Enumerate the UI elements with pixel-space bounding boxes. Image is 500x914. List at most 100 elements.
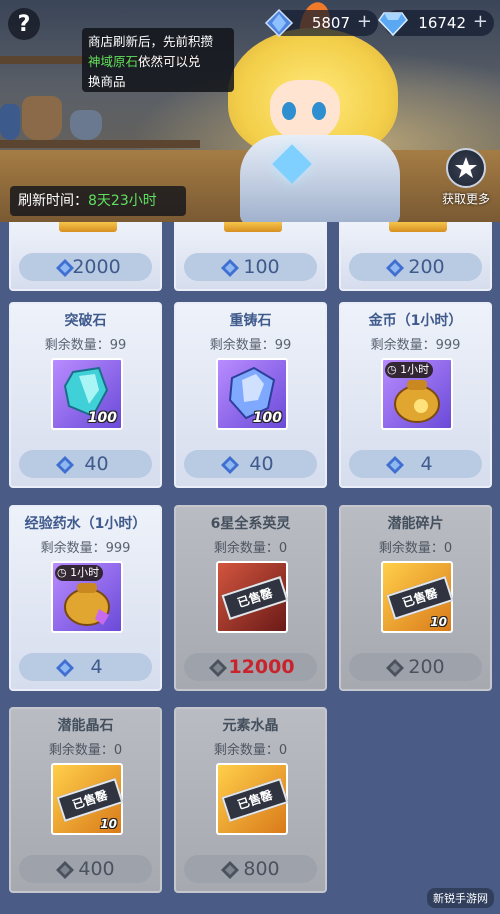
tip-line: 换商品: [88, 74, 126, 89]
price-button[interactable]: 4: [19, 653, 152, 681]
item-name: 潜能晶石: [57, 718, 114, 734]
rarity-stars: [59, 222, 117, 232]
tip-line: 商店刷新后，先前积攒: [88, 34, 214, 49]
crystal-icon: [264, 8, 294, 38]
item-name: 金币（1小时）: [368, 313, 463, 329]
price-button[interactable]: 100: [184, 253, 317, 281]
shop-card[interactable]: 经验药水（1小时） 剩余数量：999 ◷ 1小时 4: [9, 505, 162, 691]
star-icon: [446, 148, 486, 188]
add-crystal-button[interactable]: +: [357, 11, 372, 32]
crystal-icon: [56, 456, 74, 474]
diamond-icon: [378, 12, 408, 37]
watermark: 新锐手游网: [427, 888, 494, 908]
hero-spirit-icon: 已售罄: [216, 561, 289, 633]
sold-out-stamp: 已售罄: [221, 576, 289, 620]
shop-card-partial[interactable]: 2000: [9, 222, 162, 291]
add-diamond-button[interactable]: +: [473, 11, 488, 32]
crystal-icon: [221, 456, 239, 474]
price-button[interactable]: 40: [19, 450, 152, 478]
diamond-currency: 16742 +: [378, 10, 494, 37]
breakthrough-stone-icon: 100: [51, 358, 123, 430]
crystal-icon: [221, 259, 239, 277]
refresh-value: 8天23小时: [88, 193, 157, 209]
sold-out-stamp: 已售罄: [386, 576, 454, 620]
refresh-timer: 刷新时间：8天23小时: [10, 186, 186, 216]
crystal-icon: [56, 659, 74, 677]
tip-text: 依然可以兑: [138, 54, 201, 69]
get-more-button[interactable]: 获取更多: [436, 148, 496, 212]
item-name: 6星全系英灵: [210, 516, 291, 532]
jar: [70, 110, 102, 140]
shop-card-sold-out: 元素水晶 剩余数量：0 已售罄 800: [174, 707, 327, 893]
rarity-stars: [224, 222, 282, 232]
jar: [22, 96, 62, 140]
shopkeeper-eye: [312, 102, 326, 120]
element-crystal-icon: 已售罄: [216, 763, 289, 835]
crystal-icon: [386, 456, 404, 474]
shopkeeper-body: [240, 135, 400, 222]
get-more-label: 获取更多: [441, 192, 490, 206]
item-name: 经验药水（1小时）: [24, 516, 147, 532]
diamond-amount: 16742: [418, 14, 466, 32]
price-button[interactable]: 2000: [19, 253, 152, 281]
shop-card-sold-out: 6星全系英灵 剩余数量：0 已售罄 12000: [174, 505, 327, 691]
jar: [0, 104, 20, 140]
crystal-icon: [386, 259, 404, 277]
item-quantity: 10: [100, 817, 117, 831]
exp-potion-bag-icon: ◷ 1小时: [51, 561, 123, 633]
crystal-currency: 5807 +: [264, 8, 378, 38]
item-name: 潜能碎片: [387, 516, 444, 532]
rarity-stars: [389, 222, 447, 232]
item-name: 元素水晶: [222, 718, 279, 734]
price-button: 800: [184, 855, 317, 883]
price-button[interactable]: 200: [349, 253, 482, 281]
shop-card[interactable]: 金币（1小时） 剩余数量：999 ◷ 1小时 4: [339, 302, 492, 488]
crystal-icon: [221, 861, 239, 879]
shop-card-partial[interactable]: 100: [174, 222, 327, 291]
shop-card-sold-out: 潜能晶石 剩余数量：0 已售罄 10 400: [9, 707, 162, 893]
crystal-icon: [209, 659, 227, 677]
item-remaining: 剩余数量：999: [370, 338, 461, 353]
tip-highlight: 神域原石: [88, 54, 139, 69]
shop-card[interactable]: 重铸石 剩余数量：99 100 40: [174, 302, 327, 488]
item-remaining: 剩余数量：0: [378, 541, 453, 556]
item-quantity: 100: [87, 410, 117, 426]
refresh-label: 刷新时间：: [18, 193, 88, 209]
item-remaining: 剩余数量：0: [48, 743, 123, 758]
price-button[interactable]: 40: [184, 450, 317, 478]
price-button: 200: [349, 653, 482, 681]
clock-icon: ◷ 1小时: [55, 565, 104, 581]
item-quantity: 10: [430, 615, 447, 629]
clock-icon: ◷ 1小时: [385, 362, 434, 378]
reforge-stone-icon: 100: [216, 358, 288, 430]
item-timer: 1小时: [400, 363, 430, 376]
shop-card[interactable]: 突破石 剩余数量：99 100 40: [9, 302, 162, 488]
question-icon: ?: [17, 11, 31, 37]
price-button: 12000: [184, 653, 317, 681]
item-name: 突破石: [64, 313, 107, 329]
item-remaining: 剩余数量：0: [213, 541, 288, 556]
shelf: [0, 140, 200, 148]
item-remaining: 剩余数量：99: [44, 338, 127, 353]
potential-crystal-icon: 已售罄 10: [51, 763, 124, 835]
crystal-icon: [56, 259, 74, 277]
crystal-icon: [386, 659, 404, 677]
item-remaining: 剩余数量：0: [213, 743, 288, 758]
sold-out-stamp: 已售罄: [56, 778, 124, 822]
item-timer: 1小时: [70, 566, 100, 579]
help-button[interactable]: ?: [8, 8, 40, 40]
crystal-amount: 5807: [311, 14, 350, 32]
price-button: 400: [19, 855, 152, 883]
item-name: 重铸石: [229, 313, 272, 329]
tip-line: 神域原石依然可以兑: [88, 52, 228, 72]
shop-tip-bubble: 商店刷新后，先前积攒 神域原石依然可以兑 换商品: [82, 28, 234, 92]
item-remaining: 剩余数量：99: [209, 338, 292, 353]
price-button[interactable]: 4: [349, 450, 482, 478]
shop-card-sold-out: 潜能碎片 剩余数量：0 已售罄 10 200: [339, 505, 492, 691]
shop-card-partial[interactable]: 200: [339, 222, 492, 291]
item-remaining: 剩余数量：999: [40, 541, 131, 556]
crystal-icon: [56, 861, 74, 879]
item-quantity: 100: [252, 410, 282, 426]
shopkeeper-face: [270, 80, 340, 142]
shopkeeper-eye: [282, 102, 296, 120]
